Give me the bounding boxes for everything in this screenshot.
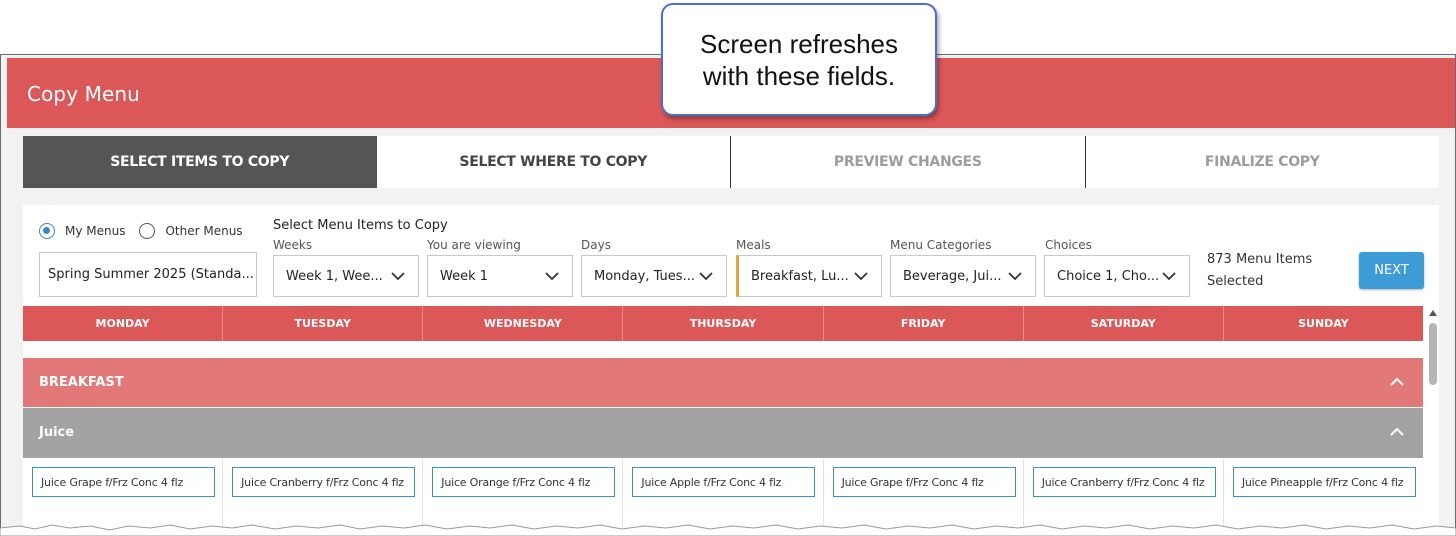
screenshot-stage: Copy Menu SELECT ITEMS TO COPY SELECT WH… (0, 0, 1456, 536)
step-select-items[interactable]: SELECT ITEMS TO COPY (23, 136, 377, 188)
callout-text: Screen refreshes with these fields. (700, 28, 898, 91)
step-select-where[interactable]: SELECT WHERE TO COPY (377, 136, 731, 188)
juice-label: Juice (39, 425, 75, 440)
viewing-value: Week 1 (440, 268, 489, 284)
annotation-callout: Screen refreshes with these fields. (661, 3, 937, 116)
categories-dropdown[interactable]: Beverage, Jui... (890, 255, 1036, 297)
chevron-down-icon (1162, 272, 1176, 281)
chevron-down-icon (391, 272, 405, 281)
viewing-dropdown[interactable]: Week 1 (427, 255, 573, 297)
chevron-down-icon (545, 272, 559, 281)
other-menus-label: Other Menus (165, 224, 243, 238)
step-finalize-copy[interactable]: FINALIZE COPY (1086, 136, 1440, 188)
selected-count-line2: Selected (1207, 274, 1264, 289)
scrollbar-thumb[interactable] (1429, 323, 1437, 385)
weeks-value: Week 1, Wee... (286, 268, 383, 284)
day-header-thursday: THURSDAY (623, 306, 824, 341)
juice-section-header[interactable] (23, 408, 1423, 458)
section-label: Select Menu Items to Copy (273, 218, 448, 233)
meals-label: Meals (736, 238, 771, 252)
categories-value: Beverage, Jui... (903, 268, 1002, 284)
chevron-down-icon (1008, 272, 1022, 281)
menu-item[interactable]: Juice Apple f/Frz Conc 4 flz (632, 467, 816, 497)
weeks-label: Weeks (273, 238, 313, 252)
choices-value: Choice 1, Cho... (1057, 268, 1160, 284)
selected-count: 873 Menu Items Selected (1207, 249, 1312, 293)
step-label: SELECT WHERE TO COPY (459, 154, 648, 170)
menu-item[interactable]: Juice Grape f/Frz Conc 4 flz (832, 467, 1016, 497)
categories-label: Menu Categories (890, 238, 992, 252)
menu-selector[interactable]: Spring Summer 2025 (Standa... (39, 252, 257, 297)
day-header-monday: MONDAY (23, 306, 224, 341)
step-label: FINALIZE COPY (1204, 154, 1320, 170)
menu-item[interactable]: Juice Orange f/Frz Conc 4 flz (432, 467, 616, 497)
day-header-tuesday: TUESDAY (223, 306, 424, 341)
viewing-label: You are viewing (427, 238, 521, 252)
weeks-dropdown[interactable]: Week 1, Wee... (273, 255, 419, 297)
day-header-sunday: SUNDAY (1298, 317, 1349, 330)
menu-selector-value: Spring Summer 2025 (Standa... (48, 267, 254, 282)
my-menus-radio[interactable] (39, 223, 55, 239)
days-dropdown[interactable]: Monday, Tues... (581, 255, 727, 297)
step-preview-changes[interactable]: PREVIEW CHANGES (731, 136, 1086, 188)
next-button[interactable]: NEXT (1359, 252, 1424, 289)
days-label: Days (581, 238, 611, 252)
wizard-steps: SELECT ITEMS TO COPY SELECT WHERE TO COP… (23, 136, 1439, 188)
step-label: PREVIEW CHANGES (833, 154, 982, 170)
day-header-row: MONDAY TUESDAY WEDNESDAY THURSDAY FRIDAY… (23, 306, 1423, 341)
menu-item[interactable]: Juice Pineapple f/Frz Conc 4 flz (1232, 467, 1416, 497)
torn-edge-decoration (0, 524, 1456, 536)
chevron-down-icon (699, 272, 713, 281)
day-header-saturday: SATURDAY (1024, 306, 1224, 341)
page-title: Copy Menu (27, 82, 140, 106)
menu-item[interactable]: Juice Cranberry f/Frz Conc 4 flz (232, 467, 416, 497)
days-value: Monday, Tues... (594, 268, 695, 284)
breakfast-section-header[interactable] (23, 358, 1423, 407)
chevron-up-icon[interactable] (1390, 427, 1404, 437)
menu-source-radios: My Menus Other Menus (39, 223, 257, 239)
menu-item[interactable]: Juice Grape f/Frz Conc 4 flz (32, 467, 215, 497)
selected-count-line1: 873 Menu Items (1207, 252, 1313, 267)
choices-dropdown[interactable]: Choice 1, Cho... (1044, 255, 1190, 297)
choices-label: Choices (1045, 238, 1092, 252)
chevron-up-icon[interactable] (1390, 377, 1404, 387)
day-header-wednesday: WEDNESDAY (423, 306, 624, 341)
my-menus-label: My Menus (65, 224, 126, 238)
step-label: SELECT ITEMS TO COPY (110, 154, 290, 170)
scroll-up-icon[interactable] (1428, 309, 1438, 317)
breakfast-label: BREAKFAST (39, 375, 124, 390)
menu-item[interactable]: Juice Cranberry f/Frz Conc 4 flz (1032, 467, 1216, 497)
meals-value: Breakfast, Lu... (751, 268, 849, 284)
meals-dropdown[interactable]: Breakfast, Lu... (736, 255, 882, 297)
day-header-friday: FRIDAY (824, 306, 1024, 341)
other-menus-radio[interactable] (139, 223, 156, 239)
chevron-down-icon (854, 272, 868, 281)
